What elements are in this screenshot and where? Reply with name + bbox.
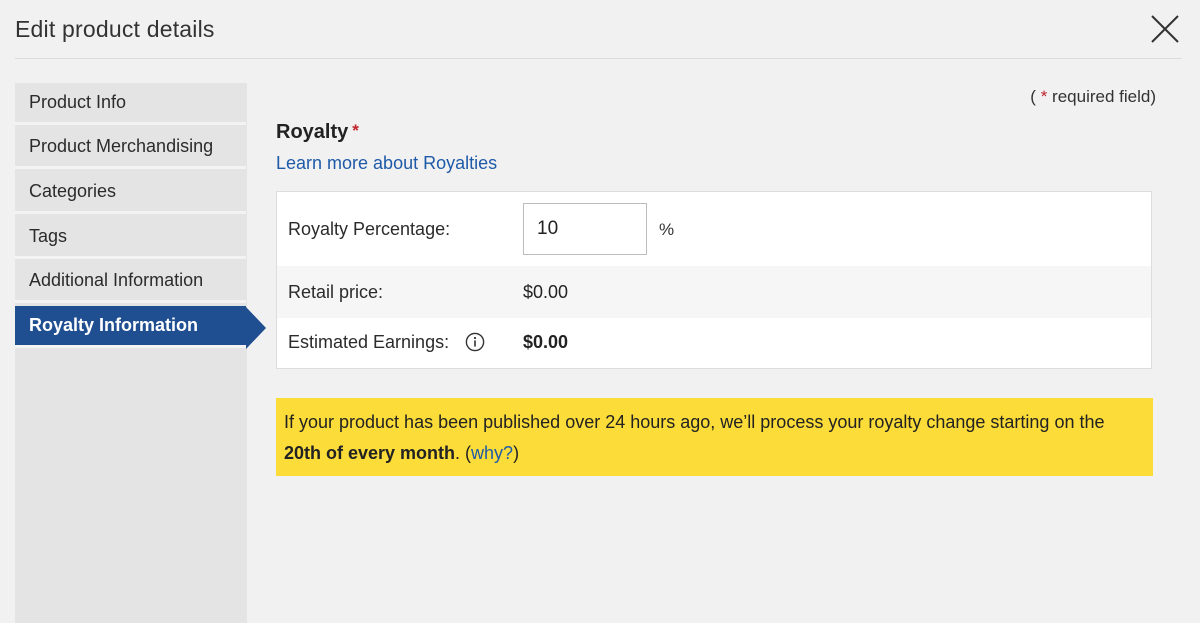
required-star: * bbox=[352, 121, 359, 140]
required-field-note: ( * required field) bbox=[1030, 87, 1156, 107]
dialog-header: Edit product details bbox=[0, 0, 1200, 59]
royalty-percentage-input[interactable] bbox=[523, 203, 647, 255]
sidebar-item-additional-information[interactable]: Additional Information bbox=[15, 261, 246, 303]
retail-price-value: $0.00 bbox=[523, 282, 569, 302]
sidebar-item-tags[interactable]: Tags bbox=[15, 217, 246, 259]
notice-close-paren: ) bbox=[513, 443, 520, 463]
retail-price-label: Retail price: bbox=[288, 282, 384, 302]
notice-text: If your product has been published over … bbox=[284, 412, 1105, 432]
learn-more-link[interactable]: Learn more about Royalties bbox=[276, 153, 497, 174]
notice-text-after: . ( bbox=[455, 443, 472, 463]
dialog-title: Edit product details bbox=[15, 16, 215, 42]
estimated-earnings-value: $0.00 bbox=[523, 332, 569, 352]
sidebar-item-product-merchandising[interactable]: Product Merchandising bbox=[15, 127, 246, 169]
sidebar-nav: Product Info Product Merchandising Categ… bbox=[15, 83, 247, 623]
sidebar-item-product-info[interactable]: Product Info bbox=[15, 83, 246, 125]
header-divider bbox=[15, 58, 1182, 59]
required-note-paren: ( bbox=[1030, 87, 1036, 106]
sidebar-item-label: Product Merchandising bbox=[29, 136, 214, 156]
sidebar-item-categories[interactable]: Categories bbox=[15, 172, 246, 214]
sidebar-item-label: Royalty Information bbox=[29, 315, 199, 335]
sidebar-item-label: Tags bbox=[29, 226, 68, 246]
close-button[interactable] bbox=[1148, 12, 1182, 46]
sidebar-item-label: Categories bbox=[29, 181, 117, 201]
required-star: * bbox=[1040, 87, 1048, 106]
close-icon bbox=[1151, 15, 1179, 43]
active-item-arrow bbox=[246, 307, 266, 349]
why-link[interactable]: why? bbox=[471, 443, 513, 463]
sidebar-item-label: Product Info bbox=[29, 92, 127, 112]
percent-sign: % bbox=[659, 220, 675, 239]
required-note-text: required field) bbox=[1052, 87, 1156, 106]
notice-bold-text: 20th of every month bbox=[284, 443, 456, 463]
sidebar-item-label: Additional Information bbox=[29, 270, 204, 290]
royalty-percentage-label: Royalty Percentage: bbox=[288, 219, 451, 239]
royalty-change-notice: If your product has been published over … bbox=[276, 398, 1153, 476]
royalty-panel: Royalty Percentage: % Retail price: $0.0… bbox=[276, 191, 1152, 369]
estimated-earnings-label: Estimated Earnings: bbox=[288, 332, 450, 352]
estimated-earnings-row: Estimated Earnings: $0.00 bbox=[277, 318, 1151, 368]
royalty-heading: Royalty * bbox=[276, 121, 359, 144]
royalty-percentage-row: Royalty Percentage: % bbox=[277, 192, 1151, 266]
sidebar-item-royalty-information[interactable]: Royalty Information bbox=[15, 306, 246, 348]
retail-price-row: Retail price: $0.00 bbox=[277, 266, 1151, 318]
royalty-title: Royalty bbox=[276, 121, 349, 143]
info-icon[interactable] bbox=[465, 332, 485, 352]
